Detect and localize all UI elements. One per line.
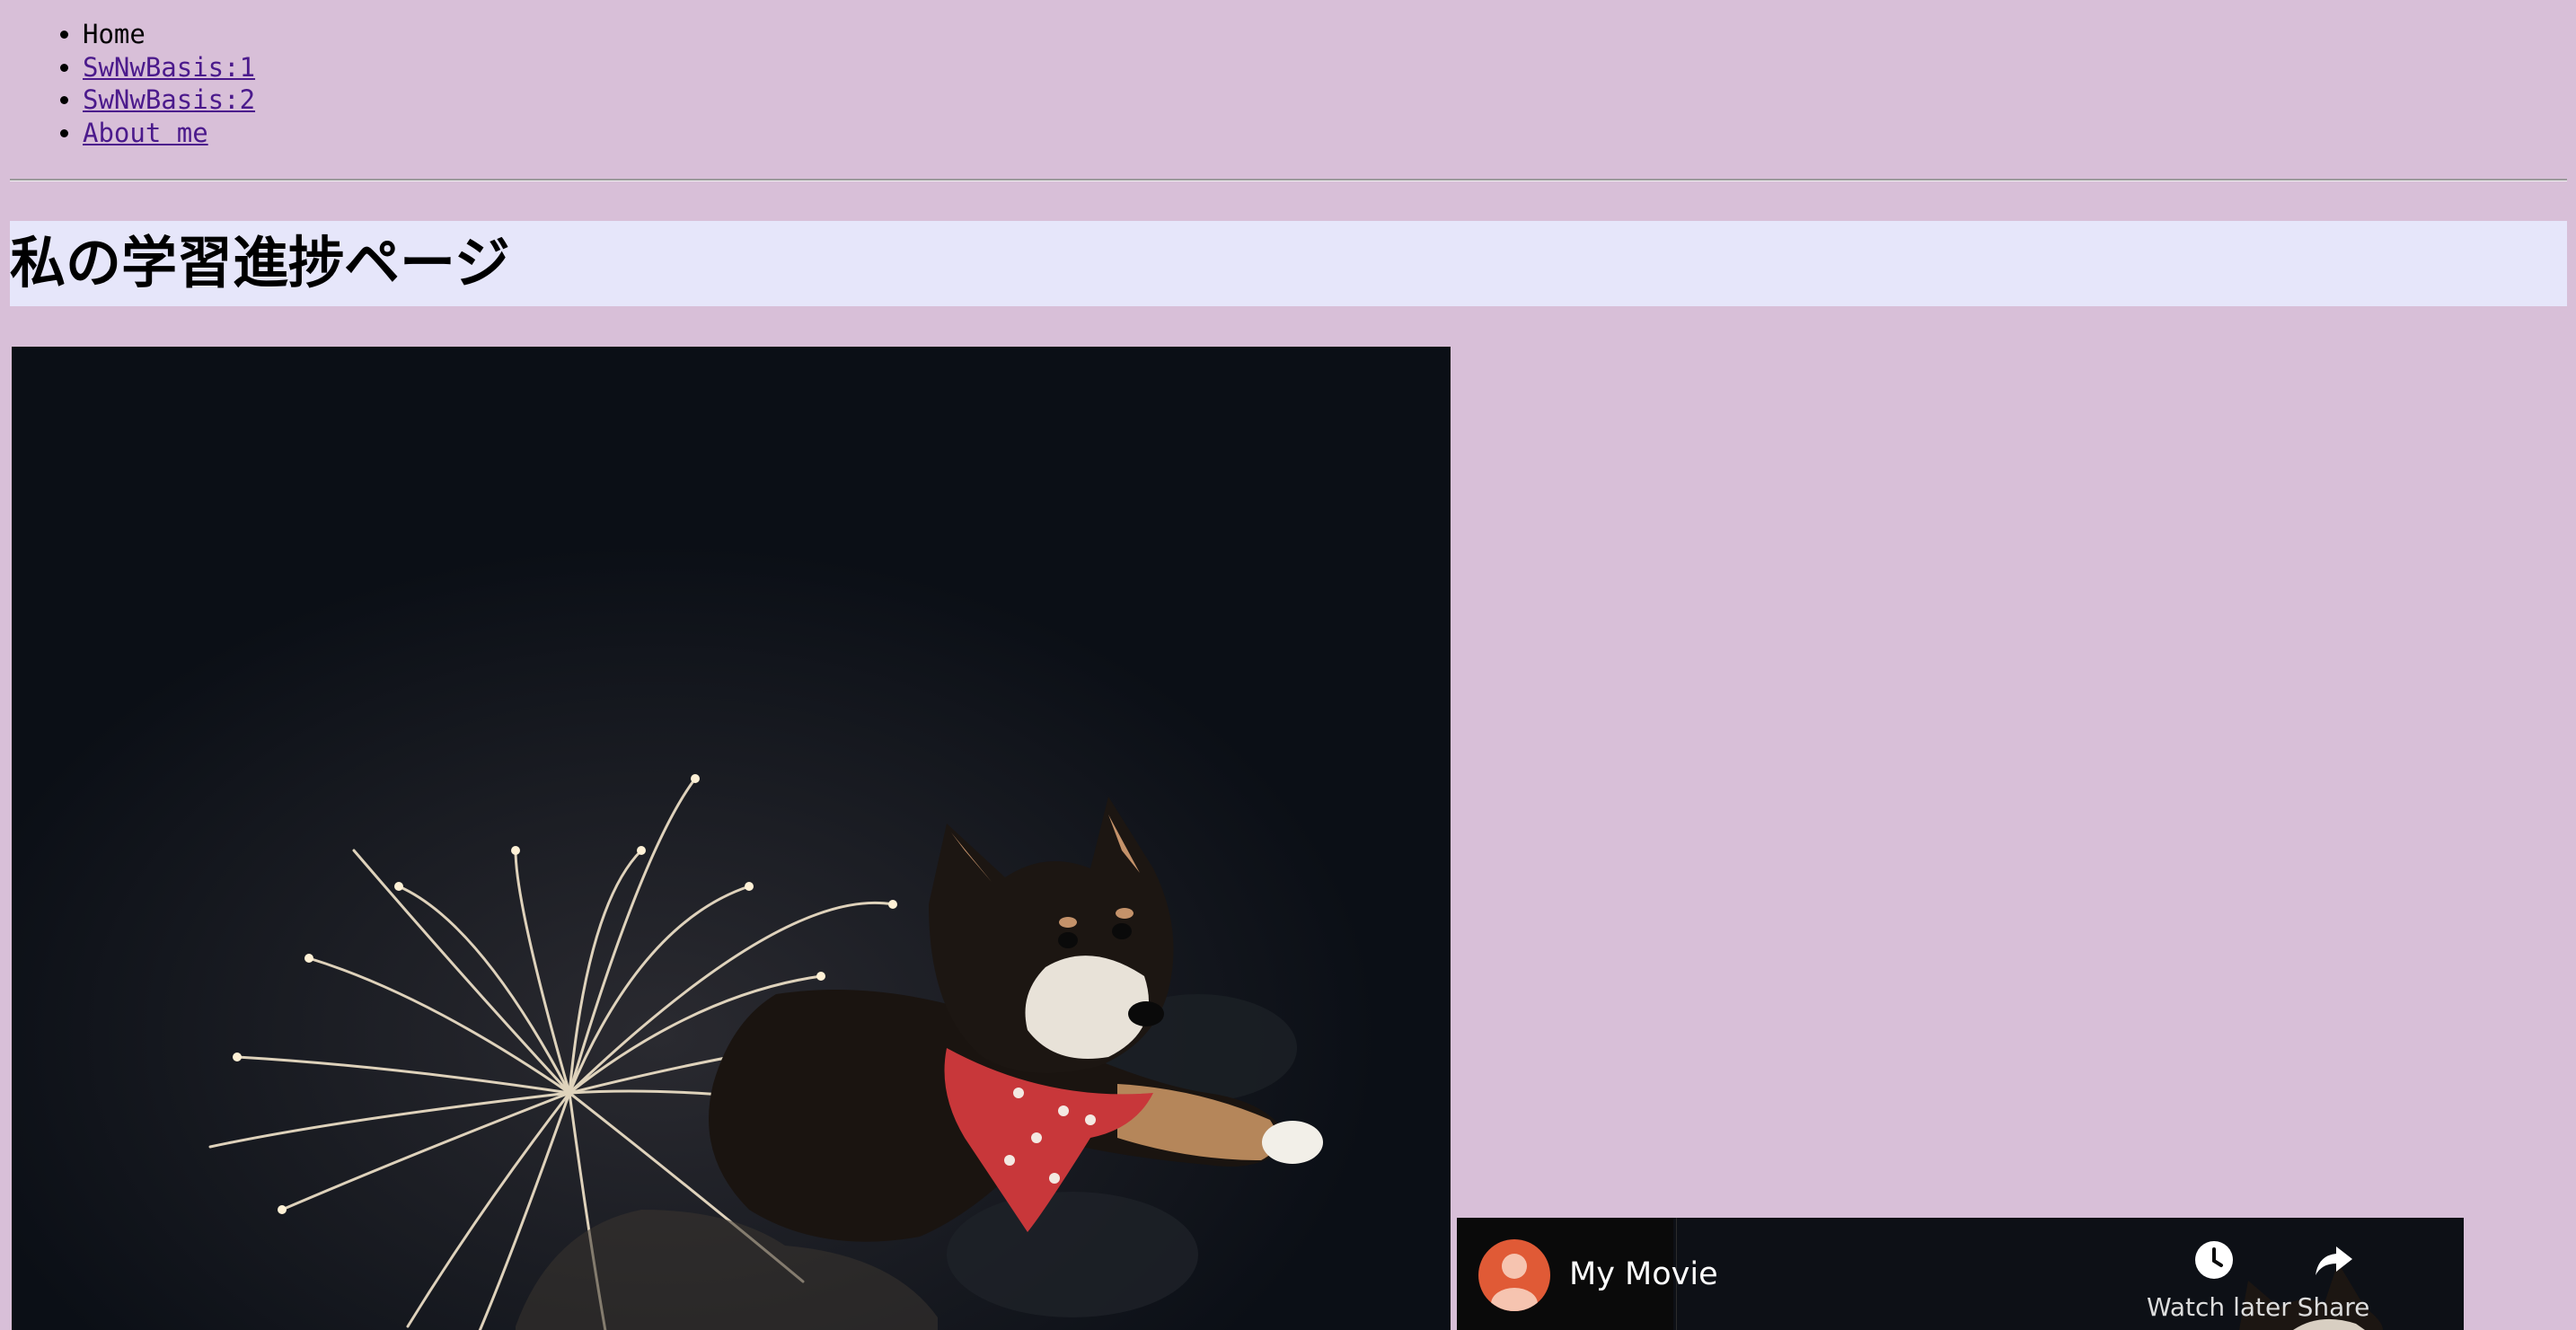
nav-list: Home SwNwBasis:1 SwNwBasis:2 About me (47, 18, 255, 149)
nav-item-about: About me (83, 117, 255, 150)
video-title[interactable]: My Movie (1569, 1255, 1718, 1293)
nav-item-swnwbasis-2: SwNwBasis:2 (83, 84, 255, 117)
nav-item-swnwbasis-1: SwNwBasis:1 (83, 51, 255, 84)
page-title: 私の学習進捗ページ (10, 230, 510, 295)
watch-later-button[interactable]: Watch later (2147, 1239, 2291, 1326)
shiba-fireworks-graphic (13, 348, 1450, 1330)
nav-home-text: Home (83, 19, 146, 49)
user-avatar-glyph (1491, 1254, 1538, 1311)
nav-link-about-me[interactable]: About me (83, 118, 208, 148)
user-avatar-icon[interactable] (1478, 1239, 1550, 1311)
title-band: 私の学習進捗ページ (10, 221, 2567, 306)
share-arrow-icon (2316, 1246, 2352, 1275)
nav-item-home: Home (83, 18, 255, 51)
video-embed[interactable]: My Movie Watch later Share (1457, 1218, 2464, 1330)
page: Home SwNwBasis:1 SwNwBasis:2 About me 私の… (0, 0, 2576, 1330)
watch-later-label: Watch later (2147, 1292, 2291, 1322)
horizontal-divider (10, 179, 2567, 181)
nav-link-swnwbasis-2[interactable]: SwNwBasis:2 (83, 84, 255, 115)
share-label: Share (2297, 1292, 2370, 1322)
share-button[interactable]: Share (2280, 1239, 2387, 1326)
shiba-fireworks-image (12, 347, 1451, 1330)
nav-link-swnwbasis-1[interactable]: SwNwBasis:1 (83, 52, 255, 83)
clock-icon (2195, 1241, 2233, 1279)
